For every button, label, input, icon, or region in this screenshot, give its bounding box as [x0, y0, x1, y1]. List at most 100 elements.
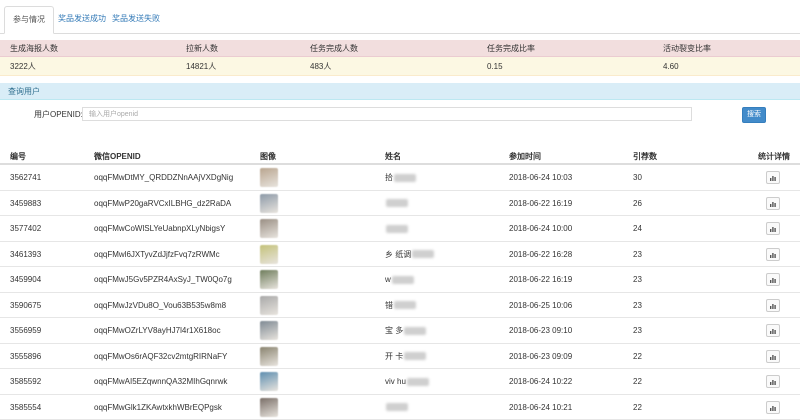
row-referral-count: 24: [633, 216, 642, 241]
row-referral-count: 22: [633, 344, 642, 369]
stats-detail-button[interactable]: [766, 197, 780, 210]
row-name: 错: [385, 293, 416, 318]
row-time: 2018-06-22 16:28: [509, 242, 572, 267]
stats-detail-button[interactable]: [766, 324, 780, 337]
tab-bar: 参与情况 奖品发送成功 奖品发送失败: [0, 0, 800, 34]
stats-detail-button[interactable]: [766, 171, 780, 184]
stats-value-task-rate: 0.15: [487, 57, 503, 76]
row-name: 乡 纸调: [385, 242, 434, 267]
table-body: 3562741oqqFMwDtMY_QRDDZNnAAjVXDgNig拾2018…: [0, 165, 800, 420]
row-openid: oqqFMwl6JXTyvZdJjfzFvq7zRWMc: [94, 242, 220, 267]
avatar: [260, 296, 278, 315]
row-referral-count: 30: [633, 165, 642, 190]
row-name: [385, 191, 408, 216]
row-openid: oqqFMwOZrLYV8ayHJ7l4r1X618oc: [94, 318, 221, 343]
stats-detail-button[interactable]: [766, 350, 780, 363]
avatar: [260, 270, 278, 289]
row-openid: oqqFMwAI5EZqwnnQA32MIhGqnrwk: [94, 369, 227, 394]
stats-detail-button[interactable]: [766, 222, 780, 235]
bar-chart-icon: [770, 226, 777, 232]
table-row: 3556959oqqFMwOZrLYV8ayHJ7l4r1X618oc宝 多20…: [0, 318, 800, 344]
row-name: 拾: [385, 165, 416, 190]
redacted-name-blur: [392, 276, 414, 284]
col-header-openid: 微信OPENID: [94, 149, 141, 165]
query-panel-title: 查询用户: [0, 83, 800, 100]
row-referral-count: 23: [633, 318, 642, 343]
table-row: 3577402oqqFMwCoWlSLYeUabnpXLyNbigsY2018-…: [0, 216, 800, 242]
row-id: 3577402: [10, 216, 41, 241]
stats-detail-button[interactable]: [766, 273, 780, 286]
row-referral-count: 23: [633, 293, 642, 318]
col-header-time: 参加时间: [509, 149, 541, 165]
stats-detail-button[interactable]: [766, 299, 780, 312]
row-time: 2018-06-22 16:19: [509, 267, 572, 292]
row-openid: oqqFMwCoWlSLYeUabnpXLyNbigsY: [94, 216, 225, 241]
search-button[interactable]: 搜索: [742, 107, 766, 123]
row-time: 2018-06-25 10:06: [509, 293, 572, 318]
row-time: 2018-06-22 16:19: [509, 191, 572, 216]
row-time: 2018-06-24 10:22: [509, 369, 572, 394]
row-referral-count: 23: [633, 242, 642, 267]
col-header-count: 引荐数: [633, 149, 657, 165]
row-name-text: 拾: [385, 173, 393, 182]
row-openid: oqqFMwJ5Gv5PZR4AxSyJ_TW0Qo7g: [94, 267, 232, 292]
openid-label: 用户OPENID:: [34, 108, 83, 122]
stats-header-task-rate: 任务完成比率: [487, 40, 535, 57]
row-name: viv hu: [385, 369, 429, 394]
row-name-text: 宝 多: [385, 326, 403, 335]
row-time: 2018-06-24 10:21: [509, 395, 572, 420]
table-row: 3590675oqqFMwJzVDu8O_Vou63B535w8m8错2018-…: [0, 293, 800, 319]
row-referral-count: 26: [633, 191, 642, 216]
bar-chart-icon: [770, 379, 777, 385]
row-id: 3590675: [10, 293, 41, 318]
bar-chart-icon: [770, 252, 777, 258]
row-openid: oqqFMwP20gaRVCxILBHG_dz2RaDA: [94, 191, 231, 216]
row-name: 开 卡: [385, 344, 426, 369]
row-name-text: w: [385, 275, 391, 284]
redacted-name-blur: [404, 327, 426, 335]
stats-value-row: 3222人 14821人 483人 0.15 4.60: [0, 57, 800, 76]
stats-detail-button[interactable]: [766, 375, 780, 388]
row-name: 宝 多: [385, 318, 426, 343]
avatar: [260, 245, 278, 264]
row-name-text: 开 卡: [385, 352, 403, 361]
avatar: [260, 194, 278, 213]
table-row: 3459904oqqFMwJ5Gv5PZR4AxSyJ_TW0Qo7gw2018…: [0, 267, 800, 293]
row-id: 3459883: [10, 191, 41, 216]
row-name: [385, 216, 408, 241]
tab-prize-sent-failed[interactable]: 奖品发送失败: [104, 6, 168, 34]
row-name: w: [385, 267, 414, 292]
row-id: 3585592: [10, 369, 41, 394]
row-id: 3556959: [10, 318, 41, 343]
bar-chart-icon: [770, 303, 777, 309]
row-id: 3555896: [10, 344, 41, 369]
table-row: 3459883 oqqFMwP20gaRVCxILBHG_dz2RaDA 2018-…: [0, 191, 800, 217]
stats-detail-button[interactable]: [766, 248, 780, 261]
stats-header-new-users: 拉新人数: [186, 40, 218, 57]
stats-header-task-complete: 任务完成人数: [310, 40, 358, 57]
openid-search-input[interactable]: [82, 107, 692, 121]
query-panel: 查询用户 用户OPENID:: [0, 83, 800, 131]
row-openid: oqqFMwDtMY_QRDDZNnAAjVXDgNig: [94, 165, 233, 190]
redacted-name-blur: [412, 250, 434, 258]
bar-chart-icon: [770, 201, 777, 207]
row-time: 2018-06-24 10:03: [509, 165, 572, 190]
col-header-detail: 统计详情: [758, 149, 790, 165]
stats-detail-button[interactable]: [766, 401, 780, 414]
redacted-name-blur: [394, 301, 416, 309]
bar-chart-icon: [770, 328, 777, 334]
redacted-name-blur: [386, 403, 408, 411]
tab-participation[interactable]: 参与情况: [4, 6, 54, 34]
stats-header-fission-rate: 活动裂变比率: [663, 40, 711, 57]
table-row: 3585592 oqqFMwAI5EZqwnnQA32MIhGqnrwk viv h…: [0, 369, 800, 395]
table-header: 编号 微信OPENID 图像 姓名 参加时间 引荐数 统计详情: [0, 149, 800, 165]
table-row: 3562741oqqFMwDtMY_QRDDZNnAAjVXDgNig拾2018…: [0, 165, 800, 191]
col-header-name: 姓名: [385, 149, 401, 165]
stats-value-fission-rate: 4.60: [663, 57, 679, 76]
participants-table: 编号 微信OPENID 图像 姓名 参加时间 引荐数 统计详情 3562741o…: [0, 149, 800, 420]
row-id: 3585554: [10, 395, 41, 420]
redacted-name-blur: [394, 174, 416, 182]
redacted-name-blur: [404, 352, 426, 360]
bar-chart-icon: [770, 277, 777, 283]
avatar: [260, 347, 278, 366]
